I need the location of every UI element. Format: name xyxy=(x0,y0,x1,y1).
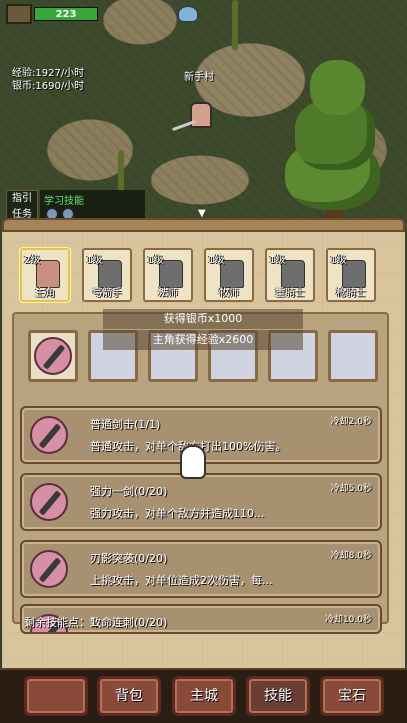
tab-backpack[interactable]: 背包 xyxy=(97,676,161,716)
hp-bar: 223 xyxy=(34,7,98,21)
vine-decoration xyxy=(118,150,124,195)
skill-slot-1[interactable] xyxy=(28,330,78,382)
skill-name: 普通剑击(1/1) xyxy=(90,418,161,431)
tab-main-city[interactable]: 主城 xyxy=(172,676,236,716)
hp-value: 223 xyxy=(55,9,77,20)
world-map[interactable]: 223 经验:1927/小时 银币:1690/小时 新手村 指引 任务 学习技能… xyxy=(0,0,407,235)
tab-skills[interactable]: 技能 xyxy=(246,676,310,716)
sword-icon xyxy=(30,416,68,454)
skill-name: 致命连刺(0/20) xyxy=(90,616,168,629)
class-slot-archer[interactable]: 1级 弓箭手 xyxy=(82,248,132,302)
bottom-tab-bar: 背包 主城 技能 宝石 xyxy=(0,668,407,723)
class-level: 1级 xyxy=(147,255,164,266)
map-name: 新手村 xyxy=(184,72,214,83)
class-name: 牧师 xyxy=(219,288,239,299)
skill-slot-6[interactable] xyxy=(328,330,378,382)
class-level: 1级 xyxy=(208,255,225,266)
skill-desc: 上挑攻击，对单位造成2次伤害，每... xyxy=(90,574,273,587)
class-name: 枪骑士 xyxy=(336,288,366,299)
tutorial-hand-icon xyxy=(180,445,206,479)
skill-name: 强力一剑(0/20) xyxy=(90,485,168,498)
panel-roof xyxy=(2,218,405,232)
blade-icon xyxy=(30,483,68,521)
class-slot-priest[interactable]: 1级 牧师 xyxy=(204,248,254,302)
hero-character xyxy=(190,102,212,128)
skill-cooldown: 冷却10.0秒 xyxy=(324,615,372,625)
player-avatar[interactable] xyxy=(6,4,32,24)
class-slot-heavy-knight[interactable]: 1级 重骑士 xyxy=(265,248,315,302)
vine-decoration xyxy=(232,0,238,50)
class-level: 1级 xyxy=(269,255,286,266)
class-level: 1级 xyxy=(86,255,103,266)
quest-title: 学习技能 xyxy=(44,196,84,207)
skill-cooldown: 冷却2.0秒 xyxy=(330,417,372,427)
class-slot-hero[interactable]: 2级 主角 xyxy=(20,248,70,302)
class-name: 弓箭手 xyxy=(92,288,122,299)
remaining-skill-points: 剩余技能点：1 xyxy=(24,616,97,629)
skill-cooldown: 冷却8.0秒 xyxy=(330,551,372,561)
slime-monster[interactable] xyxy=(178,6,198,22)
class-slot-lancer[interactable]: 1级 枪骑士 xyxy=(326,248,376,302)
collapse-arrow-icon[interactable]: ▼ xyxy=(198,209,208,219)
reward-toast: 获得银币x1000 xyxy=(103,309,303,329)
class-level: 1级 xyxy=(330,255,347,266)
tree-decoration xyxy=(285,40,385,230)
dagger-icon xyxy=(30,550,68,588)
skill-cooldown: 冷却5.0秒 xyxy=(330,484,372,494)
skill-desc: 强力攻击，对单个敌方并造成110... xyxy=(90,507,265,520)
tab-gems[interactable]: 宝石 xyxy=(320,676,384,716)
guide-label: 指引 xyxy=(12,193,32,204)
skill-card[interactable]: 强力一剑(0/20) 强力攻击，对单个敌方并造成110... 冷却5.0秒 xyxy=(20,473,382,531)
income-rates: 经验:1927/小时 银币:1690/小时 xyxy=(12,67,84,93)
player-hp: 223 xyxy=(6,4,98,24)
class-selector: 2级 主角 1级 弓箭手 1级 法师 1级 牧师 1级 重骑士 1级 枪骑士 xyxy=(20,248,390,304)
class-name: 法师 xyxy=(158,288,178,299)
class-name: 重骑士 xyxy=(275,288,305,299)
class-slot-mage[interactable]: 1级 法师 xyxy=(143,248,193,302)
exp-rate: 经验:1927/小时 xyxy=(12,68,85,79)
tab-hero[interactable] xyxy=(24,676,88,716)
reward-toast: 主角获得经验x2600 xyxy=(103,330,303,350)
sword-skill-icon xyxy=(34,337,72,375)
class-level: 2级 xyxy=(24,255,41,266)
class-name: 主角 xyxy=(35,288,55,299)
silver-rate: 银币:1690/小时 xyxy=(12,81,85,92)
skill-name: 刃影突袭(0/20) xyxy=(90,552,168,565)
skill-card[interactable]: 刃影突袭(0/20) 上挑攻击，对单位造成2次伤害，每... 冷却8.0秒 xyxy=(20,540,382,598)
